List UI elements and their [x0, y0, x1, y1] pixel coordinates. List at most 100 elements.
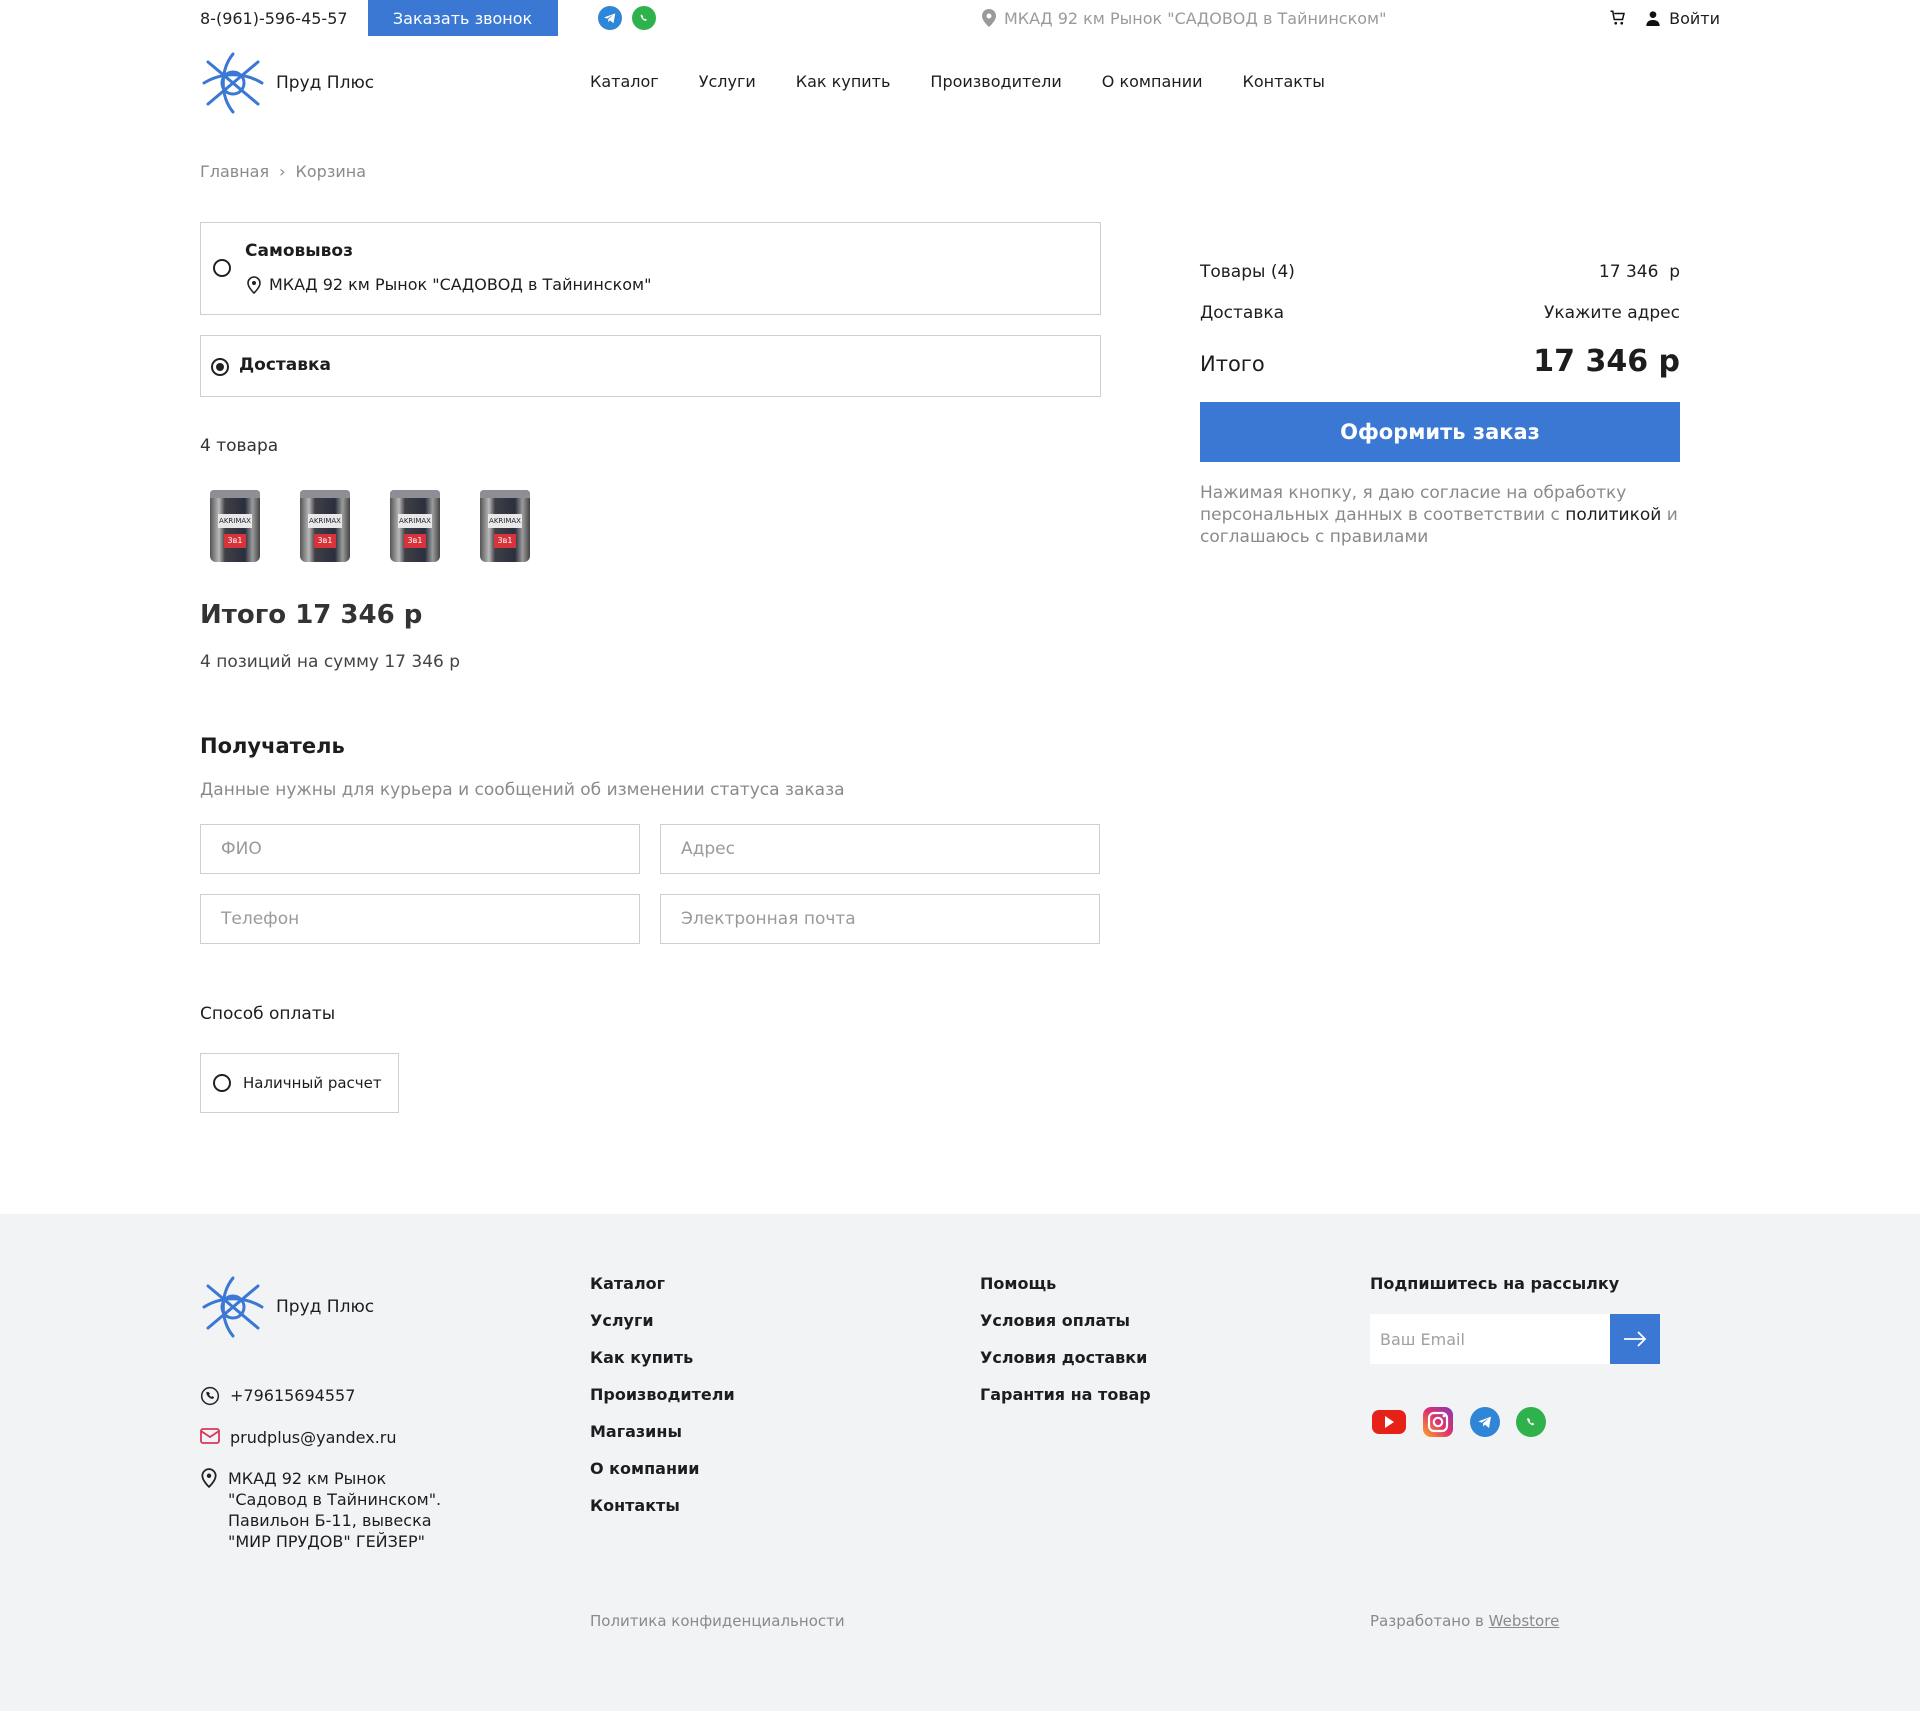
- nav-catalog[interactable]: Каталог: [590, 72, 659, 91]
- footer-link-shops[interactable]: Магазины: [590, 1422, 735, 1441]
- pickup-address: МКАД 92 км Рынок "САДОВОД в Тайнинском": [247, 275, 651, 294]
- header-phone[interactable]: 8-(961)-596-45-57: [200, 9, 348, 28]
- footer-link-catalog[interactable]: Каталог: [590, 1274, 735, 1293]
- telegram-icon[interactable]: [597, 6, 622, 30]
- logo-icon: [202, 52, 264, 114]
- breadcrumb-home[interactable]: Главная: [200, 162, 269, 181]
- footer-help: Помощь Условия оплаты Условия доставки Г…: [980, 1274, 1151, 1404]
- email-input[interactable]: [660, 894, 1100, 944]
- footer-nav: Каталог Услуги Как купить Производители …: [590, 1274, 735, 1515]
- payment-cash-option[interactable]: Наличный расчет: [200, 1053, 399, 1113]
- pickup-option[interactable]: Самовывоз МКАД 92 км Рынок "САДОВОД в Та…: [200, 222, 1101, 315]
- webstore-link[interactable]: Webstore: [1489, 1612, 1560, 1630]
- cart-icon[interactable]: [1609, 9, 1627, 27]
- logo-icon: [202, 1276, 264, 1338]
- breadcrumb: Главная › Корзина: [200, 162, 1720, 181]
- place-order-button[interactable]: Оформить заказ: [1200, 402, 1680, 462]
- footer-link-delivery[interactable]: Условия доставки: [980, 1348, 1151, 1367]
- footer-link-help[interactable]: Помощь: [980, 1274, 1151, 1293]
- footer-link-about[interactable]: О компании: [590, 1459, 735, 1478]
- footer-link-payment[interactable]: Условия оплаты: [980, 1311, 1151, 1330]
- breadcrumb-cart: Корзина: [295, 162, 366, 181]
- footer-email[interactable]: prudplus@yandex.ru: [200, 1428, 397, 1447]
- product-thumbnail[interactable]: AKRIMAX 3в1: [480, 490, 530, 562]
- product-thumbnails: AKRIMAX 3в1 AKRIMAX 3в1 AKRIMAX 3в1 AKRIMAX…: [210, 490, 530, 562]
- pickup-address-text: МКАД 92 км Рынок "САДОВОД в Тайнинском": [269, 275, 652, 294]
- subscribe-title: Подпишитесь на рассылку: [1370, 1274, 1620, 1293]
- chevron-right-icon: ›: [279, 162, 286, 181]
- cart-total-subtitle: 4 позиций на сумму 17 346 р: [200, 652, 461, 672]
- top-social: [597, 6, 656, 30]
- phone-icon: [200, 1386, 220, 1406]
- summary-goods-label: Товары (4): [1200, 262, 1295, 282]
- top-actions: Войти: [1609, 0, 1720, 36]
- footer-link-warranty[interactable]: Гарантия на товар: [980, 1385, 1151, 1404]
- pickup-radio[interactable]: [213, 259, 231, 277]
- nav-manufacturers[interactable]: Производители: [930, 72, 1061, 91]
- mail-icon: [200, 1428, 220, 1444]
- footer-link-how-to-buy[interactable]: Как купить: [590, 1348, 735, 1367]
- payment-title: Способ оплаты: [200, 1004, 336, 1024]
- footer-link-contacts[interactable]: Контакты: [590, 1496, 735, 1515]
- footer: Пруд Плюс +79615694557 prudplus@yandex.r…: [0, 1214, 1920, 1711]
- top-bar: 8-(961)-596-45-57 Заказать звонок МКАД 9…: [200, 0, 1720, 36]
- fio-input[interactable]: [200, 824, 640, 874]
- delivery-radio[interactable]: [211, 358, 229, 376]
- main-header: Пруд Плюс Каталог Услуги Как купить Прои…: [200, 50, 1720, 116]
- instagram-icon[interactable]: [1422, 1406, 1454, 1438]
- phone-input[interactable]: [200, 894, 640, 944]
- privacy-link[interactable]: Политика конфиденциальности: [590, 1612, 845, 1630]
- footer-logo[interactable]: Пруд Плюс: [200, 1274, 374, 1340]
- summary-delivery: Доставка Укажите адрес: [1200, 303, 1680, 323]
- whatsapp-icon[interactable]: [1516, 1407, 1546, 1437]
- consent-text: Нажимая кнопку, я даю согласие на обрабо…: [1200, 483, 1678, 547]
- product-thumbnail[interactable]: AKRIMAX 3в1: [300, 490, 350, 562]
- nav-contacts[interactable]: Контакты: [1243, 72, 1325, 91]
- nav-services[interactable]: Услуги: [699, 72, 756, 91]
- cash-radio[interactable]: [213, 1074, 231, 1092]
- order-call-button[interactable]: Заказать звонок: [367, 0, 558, 36]
- footer-phone[interactable]: +79615694557: [200, 1386, 355, 1406]
- address-input[interactable]: [660, 824, 1100, 874]
- subscribe-button[interactable]: [1610, 1314, 1660, 1364]
- summary-total-value: 17 346 р: [1533, 344, 1680, 379]
- subscribe-email-input[interactable]: [1370, 1314, 1610, 1364]
- subscribe-form: [1370, 1314, 1660, 1364]
- developer-credit: Разработано в Webstore: [1370, 1612, 1560, 1630]
- footer-brand: Пруд Плюс: [276, 1297, 375, 1317]
- login-link[interactable]: Войти: [1645, 9, 1720, 28]
- top-address: МКАД 92 км Рынок "САДОВОД в Тайнинском": [982, 0, 1386, 36]
- top-address-text: МКАД 92 км Рынок "САДОВОД в Тайнинском": [1004, 8, 1387, 28]
- footer-link-services[interactable]: Услуги: [590, 1311, 735, 1330]
- summary-total-label: Итого: [1200, 352, 1265, 376]
- summary-goods-value: 17 346 р: [1598, 262, 1680, 282]
- location-pin-icon: [982, 9, 996, 27]
- login-label: Войти: [1669, 8, 1720, 28]
- arrow-right-icon: [1624, 1331, 1647, 1347]
- cart-total-title: Итого 17 346 р: [200, 600, 423, 630]
- product-thumbnail[interactable]: AKRIMAX 3в1: [210, 490, 260, 562]
- footer-link-manufacturers[interactable]: Производители: [590, 1385, 735, 1404]
- user-icon: [1646, 11, 1660, 26]
- goods-count: 4 товара: [200, 436, 279, 456]
- nav-about[interactable]: О компании: [1102, 72, 1203, 91]
- whatsapp-icon[interactable]: [631, 6, 656, 30]
- location-pin-icon: [201, 1468, 217, 1488]
- summary-delivery-label: Доставка: [1200, 303, 1285, 323]
- footer-address: МКАД 92 км Рынок "Садовод в Тайнинском".…: [200, 1468, 470, 1552]
- nav-how-to-buy[interactable]: Как купить: [796, 72, 891, 91]
- pickup-title: Самовывоз: [245, 241, 353, 261]
- summary-total: Итого 17 346 р: [1200, 344, 1680, 379]
- delivery-title: Доставка: [239, 355, 331, 375]
- youtube-icon[interactable]: [1372, 1409, 1406, 1435]
- footer-social: [1372, 1406, 1546, 1438]
- policy-link[interactable]: политикой: [1565, 505, 1661, 525]
- summary-goods: Товары (4) 17 346 р: [1200, 262, 1680, 282]
- delivery-option[interactable]: Доставка: [200, 335, 1101, 397]
- telegram-icon[interactable]: [1470, 1407, 1500, 1437]
- logo[interactable]: Пруд Плюс: [200, 50, 374, 116]
- main-nav: Каталог Услуги Как купить Производители …: [590, 72, 1325, 91]
- recipient-subtitle: Данные нужны для курьера и сообщений об …: [200, 780, 845, 800]
- product-thumbnail[interactable]: AKRIMAX 3в1: [390, 490, 440, 562]
- brand-name: Пруд Плюс: [276, 73, 375, 93]
